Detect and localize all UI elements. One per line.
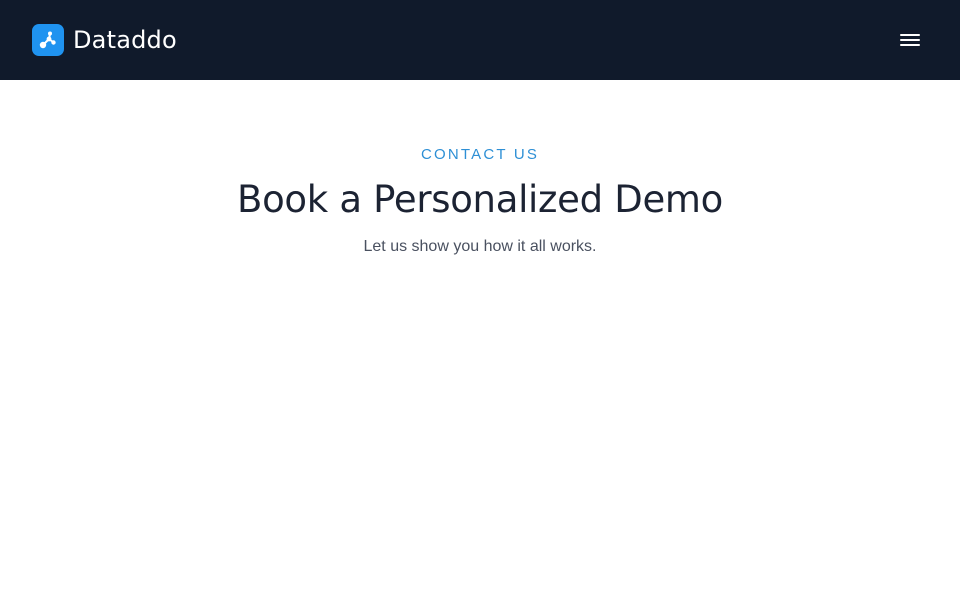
- menu-bar: [900, 34, 920, 36]
- menu-bar: [900, 39, 920, 41]
- hamburger-menu-icon[interactable]: [898, 28, 922, 52]
- site-header: Dataddo: [0, 0, 960, 80]
- menu-bar: [900, 44, 920, 46]
- page-subtitle: Let us show you how it all works.: [363, 238, 597, 255]
- section-eyebrow: CONTACT US: [420, 146, 540, 163]
- dataddo-logo-icon: [32, 24, 64, 56]
- hero-section: CONTACT US Book a Personalized Demo Let …: [0, 80, 960, 258]
- brand-logo-link[interactable]: Dataddo: [32, 24, 177, 56]
- brand-name: Dataddo: [73, 26, 177, 54]
- page-title: Book a Personalized Demo: [236, 178, 723, 221]
